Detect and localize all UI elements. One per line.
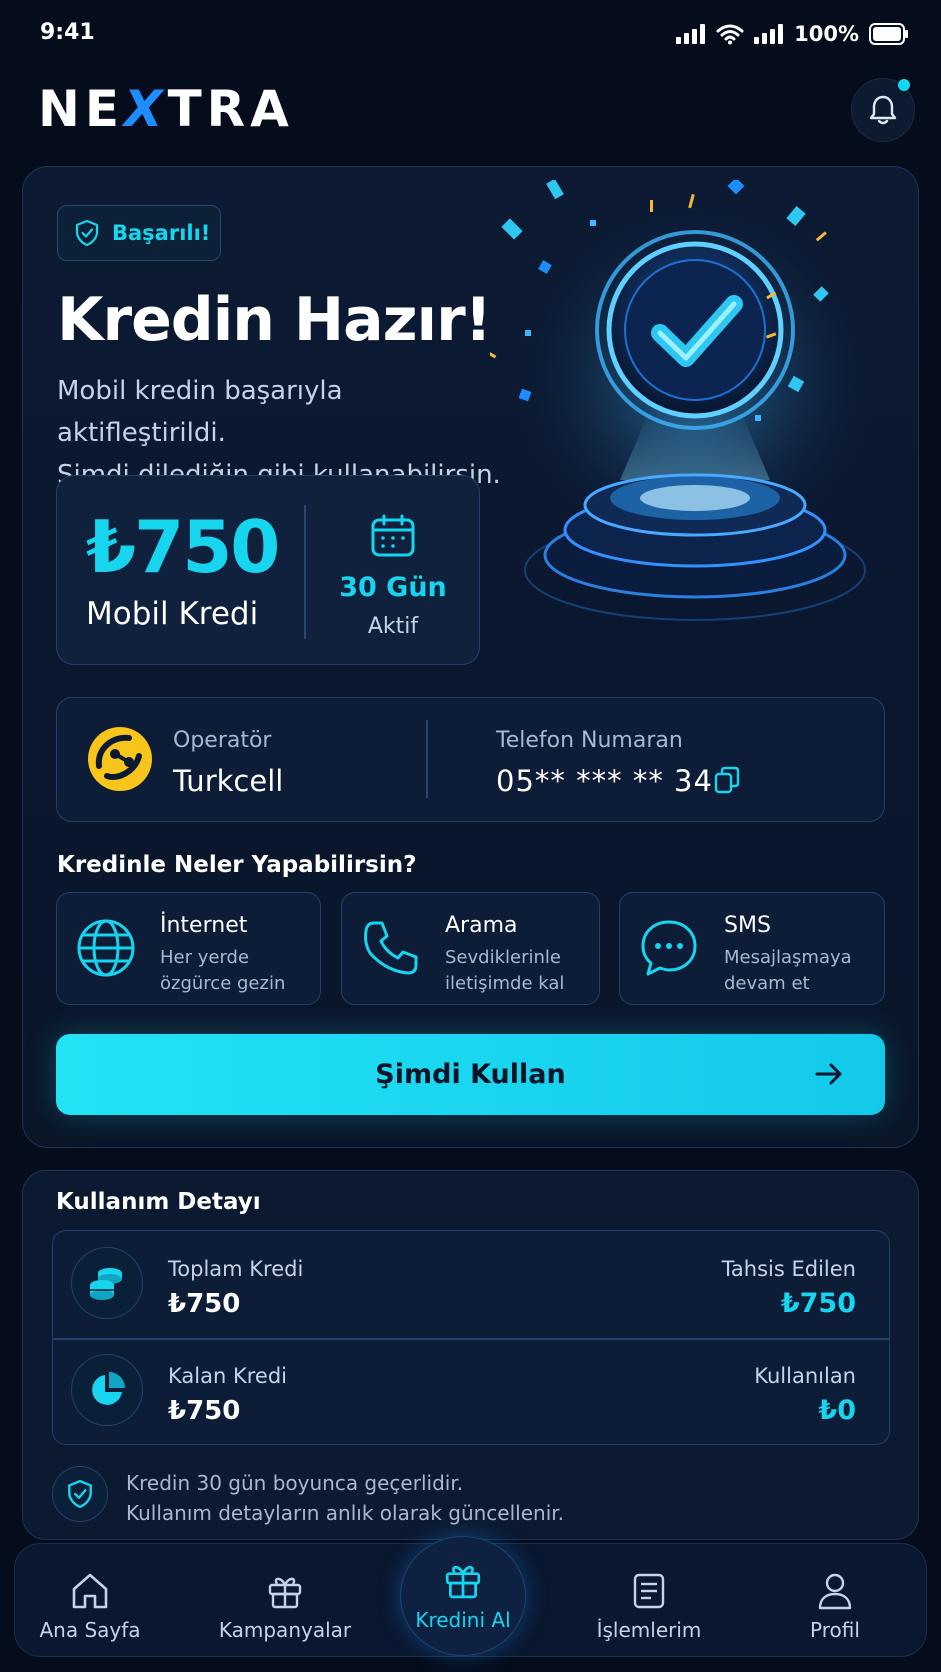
use-now-button[interactable]: Şimdi Kullan — [56, 1034, 885, 1115]
copy-icon[interactable] — [714, 766, 740, 794]
signal-icon — [676, 24, 706, 44]
nav-label: Kampanyalar — [218, 1618, 352, 1642]
feature-card-internet[interactable]: İnternet Her yerde özgürce gezin — [56, 892, 321, 1005]
feature-card-sms[interactable]: SMS Mesajlaşmaya devam et — [619, 892, 885, 1005]
wifi-icon — [716, 24, 744, 45]
nav-item-campaigns[interactable]: Kampanyalar — [200, 1555, 370, 1650]
status-bar: 9:41 100% — [0, 0, 941, 70]
phone-number: 05** *** ** 34 — [496, 764, 713, 798]
shield-check-icon — [75, 219, 99, 247]
total-credit-icon-wrap — [71, 1247, 143, 1319]
status-badge: Başarılı! — [57, 205, 221, 261]
feature-desc-line: iletişimde kal — [445, 973, 565, 994]
phone-icon — [364, 921, 418, 975]
nav-label: Kredini Al — [415, 1608, 511, 1632]
status-badge-label: Başarılı! — [112, 221, 211, 245]
features-heading: Kredinle Neler Yapabilirsin? — [57, 852, 417, 878]
notification-dot — [898, 79, 910, 91]
feature-desc-line: devam et — [724, 973, 810, 994]
success-checkmark-illustration — [490, 180, 885, 621]
shield-check-icon — [68, 1479, 92, 1509]
arrow-right-icon — [815, 1063, 842, 1085]
feature-desc-line: Her yerde — [160, 947, 250, 968]
bell-icon — [869, 95, 897, 125]
note-line: Kullanım detayların anlık olarak güncell… — [126, 1501, 564, 1525]
feature-description: Sevdiklerinle iletişimde kal — [445, 945, 564, 997]
battery-icon — [869, 23, 908, 45]
document-icon — [633, 1573, 665, 1609]
validity-days: 30 Gün — [339, 572, 447, 603]
use-now-label: Şimdi Kullan — [375, 1059, 566, 1090]
battery-percent: 100% — [794, 22, 859, 46]
divider — [304, 505, 306, 639]
feature-description: Mesajlaşmaya devam et — [724, 945, 852, 997]
feature-card-call[interactable]: Arama Sevdiklerinle iletişimde kal — [341, 892, 600, 1005]
remaining-credit-label: Kalan Kredi — [168, 1364, 287, 1388]
remaining-credit-icon-wrap — [71, 1354, 143, 1426]
logo-part: NE — [38, 80, 125, 138]
validity-note: Kredin 30 gün boyunca geçerlidir. Kullan… — [126, 1468, 564, 1528]
feature-desc-line: Mesajlaşmaya — [724, 947, 852, 968]
nav-item-transactions[interactable]: İşlemlerim — [564, 1555, 734, 1650]
cellular-icon — [754, 24, 784, 44]
gift-icon — [268, 1577, 302, 1609]
feature-desc-line: Sevdiklerinle — [445, 947, 561, 968]
turkcell-logo-icon — [88, 727, 152, 791]
operator-card — [56, 697, 885, 822]
validity-status: Aktif — [367, 614, 419, 639]
calendar-icon — [371, 514, 415, 557]
feature-title: Arama — [445, 913, 518, 938]
divider — [426, 720, 428, 798]
page-title: Kredin Hazır! — [57, 285, 492, 355]
allocated-label: Tahsis Edilen — [721, 1257, 856, 1281]
notifications-button[interactable] — [851, 78, 915, 142]
logo-part: TRA — [167, 80, 294, 138]
credit-amount-label: Mobil Kredi — [86, 596, 259, 632]
nav-label: İşlemlerim — [596, 1618, 702, 1642]
nav-label: Ana Sayfa — [39, 1618, 141, 1642]
phone-label: Telefon Numaran — [496, 728, 683, 753]
remaining-credit-value: ₺750 — [168, 1396, 241, 1426]
divider — [52, 1338, 890, 1340]
status-indicators: 100% — [676, 22, 909, 46]
chat-icon — [641, 920, 697, 976]
used-label: Kullanılan — [754, 1364, 856, 1388]
info-shield-wrap — [52, 1466, 108, 1522]
note-line: Kredin 30 gün boyunca geçerlidir. — [126, 1471, 464, 1495]
pie-chart-icon — [92, 1372, 125, 1405]
nav-item-profile[interactable]: Profil — [750, 1555, 920, 1650]
allocated-value: ₺750 — [780, 1288, 856, 1319]
logo-x: X — [124, 80, 168, 138]
status-time: 9:41 — [40, 20, 95, 45]
feature-description: Her yerde özgürce gezin — [160, 945, 285, 997]
nav-item-home[interactable]: Ana Sayfa — [5, 1555, 175, 1650]
coins-icon — [90, 1268, 122, 1300]
used-value: ₺0 — [818, 1395, 856, 1426]
globe-icon — [77, 919, 135, 977]
feature-title: İnternet — [160, 913, 248, 938]
total-credit-label: Toplam Kredi — [168, 1257, 304, 1281]
credit-amount: ₺750 — [86, 505, 280, 589]
subtitle-line: Mobil kredin başarıyla aktifleştirildi. — [57, 376, 343, 448]
usage-heading: Kullanım Detayı — [56, 1189, 261, 1215]
operator-label: Operatör — [173, 728, 272, 753]
brand-logo: NE X TRA — [38, 80, 294, 138]
user-icon — [818, 1573, 852, 1610]
nav-label: Profil — [810, 1618, 860, 1642]
gift-icon — [445, 1565, 481, 1599]
feature-desc-line: özgürce gezin — [160, 973, 286, 994]
nav-item-get-credit[interactable]: Kredini Al — [378, 1530, 548, 1640]
feature-title: SMS — [724, 913, 771, 938]
total-credit-value: ₺750 — [168, 1289, 241, 1319]
operator-value: Turkcell — [173, 764, 284, 798]
home-icon — [72, 1573, 108, 1609]
